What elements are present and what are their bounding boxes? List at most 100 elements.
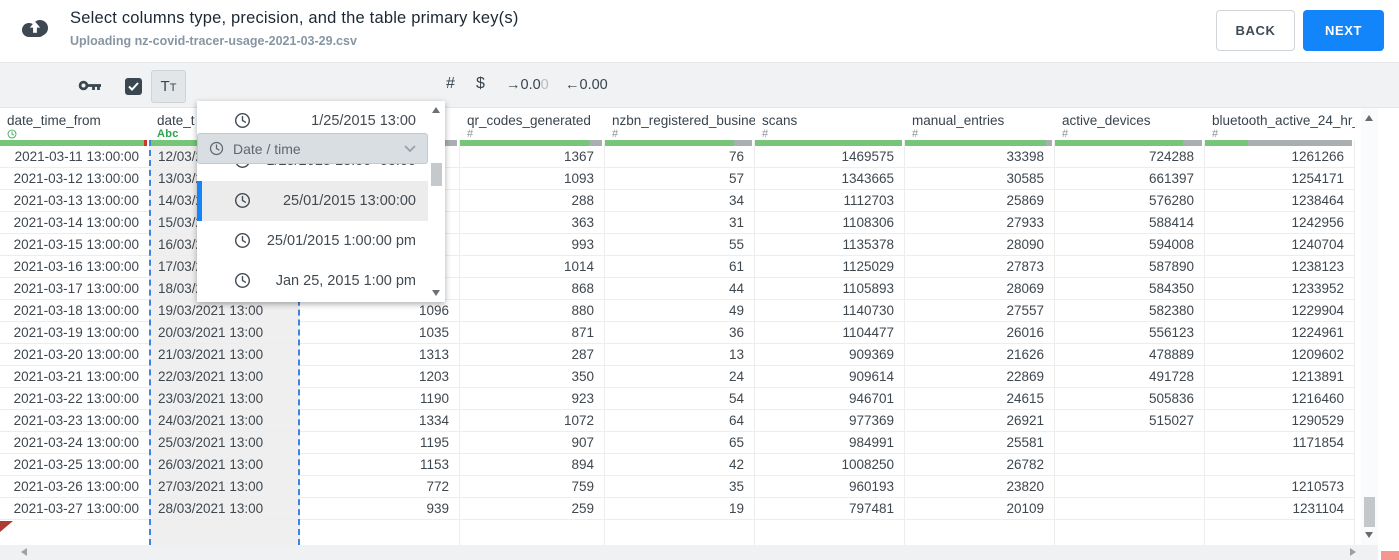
table-cell: 24/03/2021 13:00 — [151, 410, 298, 432]
next-button[interactable]: NEXT — [1303, 10, 1384, 51]
table-cell: 661397 — [1055, 168, 1204, 190]
dropdown-scroll-up-icon[interactable] — [432, 107, 440, 113]
table-cell: 24 — [605, 366, 754, 388]
quality-bar-segment-red — [144, 140, 147, 146]
table-cell: 491728 — [1055, 366, 1204, 388]
table-cell: 923 — [460, 388, 604, 410]
include-column-checkbox[interactable] — [125, 78, 142, 95]
scroll-down-arrow-icon[interactable] — [1365, 532, 1373, 538]
table-cell: 960193 — [755, 476, 904, 498]
table-cell: 25869 — [905, 190, 1054, 212]
table-cell: 42 — [605, 454, 754, 476]
dropdown-scroll-down-icon[interactable] — [432, 290, 440, 296]
column-header[interactable]: bluetooth_active_24_hr_ # — [1205, 108, 1355, 140]
table-cell: 1125029 — [755, 256, 904, 278]
back-button[interactable]: BACK — [1216, 10, 1295, 51]
table-cell: 57 — [605, 168, 754, 190]
table-cell: 1112703 — [755, 190, 904, 212]
clock-icon — [209, 141, 224, 156]
column-type-indicator — [0, 129, 150, 140]
table-cell: 2021-03-27 13:00:00 — [0, 498, 149, 520]
table-cell: 55 — [605, 234, 754, 256]
table-cell: 23820 — [905, 476, 1054, 498]
table-cell: 28/03/2021 13:00 — [151, 498, 298, 520]
table-cell: 1096 — [300, 300, 459, 322]
horizontal-scrollbar[interactable] — [0, 545, 1378, 560]
table-cell: 2021-03-19 13:00:00 — [0, 322, 149, 344]
dropdown-scrollbar-thumb[interactable] — [431, 163, 442, 186]
date-format-option[interactable]: 25/01/2015 1:00:00 pm — [197, 221, 428, 261]
decrease-precision-button[interactable]: ←0.00 — [565, 77, 608, 93]
table-cell: 1229904 — [1205, 300, 1354, 322]
date-format-dropdown: 1/25/2015 13:00 1/25/2015 13:00+03:00 25… — [197, 101, 445, 302]
column-type-indicator: # — [460, 129, 605, 140]
table-cell: 1190 — [300, 388, 459, 410]
vertical-scrollbar-thumb[interactable] — [1364, 497, 1375, 527]
table-cell: 350 — [460, 366, 604, 388]
table-cell — [1055, 498, 1204, 520]
scroll-up-arrow-icon[interactable] — [1365, 115, 1373, 121]
table-cell: 23/03/2021 13:00 — [151, 388, 298, 410]
table-cell: 2021-03-11 13:00:00 — [0, 146, 149, 168]
table-cell: 1334 — [300, 410, 459, 432]
chevron-down-icon — [404, 145, 416, 152]
date-format-option[interactable]: Jan 25, 2015 1:00 pm — [197, 261, 428, 301]
column-header[interactable]: scans # — [755, 108, 905, 140]
column-type-label: # — [467, 128, 474, 140]
increase-precision-button[interactable]: →0.00 — [506, 77, 549, 93]
table-cell: 1209602 — [1205, 344, 1354, 366]
column-header[interactable]: active_devices # — [1055, 108, 1205, 140]
column-header[interactable]: nzbn_registered_busine # — [605, 108, 755, 140]
table-cell: 1105893 — [755, 278, 904, 300]
vertical-scrollbar[interactable] — [1361, 108, 1378, 545]
number-type-button[interactable]: # — [446, 75, 455, 93]
column-type-select[interactable]: Date / time — [197, 133, 428, 164]
column-body: 724288 661397 576280 588414 594008 587890 5843… — [1055, 140, 1205, 545]
table-cell: 1238464 — [1205, 190, 1354, 212]
table-cell: 26782 — [905, 454, 1054, 476]
table-cell: 1072 — [460, 410, 604, 432]
table-cell: 288 — [460, 190, 604, 212]
table-cell: 2021-03-25 13:00:00 — [0, 454, 149, 476]
table-cell: 33398 — [905, 146, 1054, 168]
column-name: manual_entries — [912, 113, 1005, 128]
scroll-left-arrow-icon[interactable] — [21, 548, 27, 556]
table-cell: 44 — [605, 278, 754, 300]
table-cell: 54 — [605, 388, 754, 410]
table-cell: 1210573 — [1205, 476, 1354, 498]
date-format-option-label: 25/01/2015 13:00:00 — [282, 193, 416, 209]
clock-icon — [234, 192, 251, 214]
table-cell: 1233952 — [1205, 278, 1354, 300]
date-format-option-label: Jan 25, 2015 1:00 pm — [275, 273, 416, 289]
date-format-option-label: 25/01/2015 1:00:00 pm — [266, 233, 416, 249]
scroll-right-arrow-icon[interactable] — [1350, 548, 1356, 556]
column-header[interactable]: date_time_from — [0, 108, 150, 140]
primary-key-icon[interactable] — [78, 80, 103, 98]
currency-type-button[interactable]: $ — [476, 75, 485, 93]
column-type-label: Abc — [157, 128, 179, 140]
app-window: Select columns type, precision, and the … — [0, 0, 1399, 560]
column-header[interactable]: qr_codes_generated # — [460, 108, 605, 140]
cloud-upload-icon — [19, 15, 51, 46]
table-cell: 2021-03-24 13:00:00 — [0, 432, 149, 454]
table-cell: 64 — [605, 410, 754, 432]
table-cell: 1469575 — [755, 146, 904, 168]
text-type-button[interactable]: Tt — [151, 70, 186, 103]
precision-light-text: 0 — [540, 77, 549, 93]
table-cell: 26016 — [905, 322, 1054, 344]
table-cell: 21/03/2021 13:00 — [151, 344, 298, 366]
table-cell: 28069 — [905, 278, 1054, 300]
table-cell: 2021-03-23 13:00:00 — [0, 410, 149, 432]
date-format-option[interactable]: 25/01/2015 13:00:00 — [197, 181, 428, 221]
column-body: 76 57 34 31 55 61 44 49 36 13 24 54 64 65 42 35 19 — [605, 140, 755, 545]
column-body: 2021-03-11 13:00:00 2021-03-12 13:00:00 20… — [0, 140, 150, 545]
table-cell: 993 — [460, 234, 604, 256]
table-cell: 2021-03-17 13:00:00 — [0, 278, 149, 300]
table-cell: 26/03/2021 13:00 — [151, 454, 298, 476]
table-cell: 26921 — [905, 410, 1054, 432]
table-cell: 34 — [605, 190, 754, 212]
column-header[interactable]: manual_entries # — [905, 108, 1055, 140]
table-cell: 2021-03-26 13:00:00 — [0, 476, 149, 498]
table-cell: 1203 — [300, 366, 459, 388]
dropdown-scrollbar[interactable] — [428, 101, 445, 302]
